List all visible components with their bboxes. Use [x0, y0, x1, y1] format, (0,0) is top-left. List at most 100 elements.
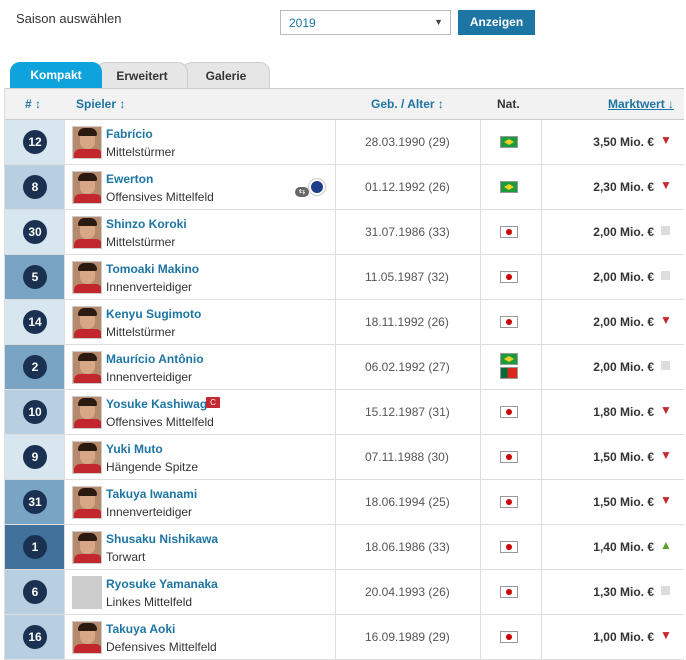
header-player[interactable]: Spieler ↕ — [76, 89, 125, 119]
trend-neutral-icon — [661, 271, 670, 280]
number-cell: 16 — [5, 615, 64, 659]
column-divider — [64, 210, 65, 254]
season-select[interactable]: 2019 ▼ — [280, 10, 451, 35]
player-name-link[interactable]: Kenyu Sugimoto — [106, 307, 201, 321]
player-name-link[interactable]: Takuya Iwanami — [106, 487, 197, 501]
flag-icon[interactable] — [500, 181, 518, 193]
trend-neutral-icon — [661, 361, 670, 370]
market-value[interactable]: 1,40 Mio. € — [593, 540, 654, 554]
market-value[interactable]: 1,80 Mio. € — [593, 405, 654, 419]
show-button[interactable]: Anzeigen — [458, 10, 535, 35]
tab-galerie[interactable]: Galerie — [182, 62, 270, 88]
player-photo — [72, 351, 102, 384]
table-row: 8 Ewerton Offensives Mittelfeld ⇆ 01.12.1992… — [5, 165, 684, 210]
column-divider — [64, 120, 65, 164]
column-divider — [480, 480, 481, 524]
market-value[interactable]: 3,50 Mio. € — [593, 135, 654, 149]
trend-neutral-icon — [661, 226, 670, 235]
number-cell: 6 — [5, 570, 64, 614]
number-cell: 31 — [5, 480, 64, 524]
flag-icon[interactable] — [500, 406, 518, 418]
header-dob[interactable]: Geb. / Alter ↕ — [371, 89, 444, 119]
player-name-link[interactable]: Yosuke Kashiwagi — [106, 397, 210, 411]
tab-kompakt[interactable]: Kompakt — [10, 62, 102, 88]
player-photo — [72, 441, 102, 474]
number-cell: 12 — [5, 120, 64, 164]
birth-date: 31.07.1986 (33) — [365, 225, 450, 239]
market-value[interactable]: 1,30 Mio. € — [593, 585, 654, 599]
birth-date: 16.09.1989 (29) — [365, 630, 450, 644]
table-row: 31 Takuya Iwanami Innenverteidiger 18.06.19… — [5, 480, 684, 525]
table-row: 5 Tomoaki Makino Innenverteidiger 11.05.198… — [5, 255, 684, 300]
trend-down-icon: ▼ — [660, 133, 672, 147]
column-divider — [480, 525, 481, 569]
shirt-number: 6 — [23, 580, 47, 604]
season-value: 2019 — [289, 16, 316, 30]
dropdown-caret-icon: ▼ — [434, 17, 443, 27]
shirt-number: 1 — [23, 535, 47, 559]
birth-date: 06.02.1992 (27) — [365, 360, 450, 374]
table-row: 2 Maurício Antônio Innenverteidiger 06.02.1… — [5, 345, 684, 390]
market-value[interactable]: 1,50 Mio. € — [593, 450, 654, 464]
column-divider — [541, 435, 542, 479]
player-name-link[interactable]: Ryosuke Yamanaka — [106, 577, 218, 591]
birth-date: 18.11.1992 (26) — [365, 315, 449, 329]
column-divider — [64, 345, 65, 389]
column-divider — [335, 120, 336, 164]
header-number[interactable]: # ↕ — [25, 89, 41, 119]
player-position: Innenverteidiger — [106, 370, 193, 384]
flag-icon[interactable] — [500, 541, 518, 553]
market-value[interactable]: 1,50 Mio. € — [593, 495, 654, 509]
birth-date: 01.12.1992 (26) — [365, 180, 450, 194]
column-divider — [541, 480, 542, 524]
player-name-link[interactable]: Shinzo Koroki — [106, 217, 187, 231]
flag-icon[interactable] — [500, 316, 518, 328]
tab-erweitert[interactable]: Erweitert — [96, 62, 188, 88]
squad-table: # ↕ Spieler ↕ Geb. / Alter ↕ Nat. Marktw… — [4, 88, 684, 660]
table-row: 10 Yosuke Kashiwagi Offensives Mittelfeld C… — [5, 390, 684, 435]
flag-icon[interactable] — [500, 451, 518, 463]
shirt-number: 9 — [23, 445, 47, 469]
player-photo — [72, 576, 102, 609]
player-name-link[interactable]: Maurício Antônio — [106, 352, 204, 366]
flag-icon[interactable] — [500, 631, 518, 643]
number-cell: 9 — [5, 435, 64, 479]
market-value[interactable]: 2,00 Mio. € — [593, 225, 654, 239]
column-divider — [541, 120, 542, 164]
shirt-number: 8 — [23, 175, 47, 199]
column-divider — [335, 480, 336, 524]
shirt-number: 16 — [23, 625, 47, 649]
player-name-link[interactable]: Yuki Muto — [106, 442, 163, 456]
table-row: 16 Takuya Aoki Defensives Mittelfeld 16.09.… — [5, 615, 684, 660]
player-name-link[interactable]: Tomoaki Makino — [106, 262, 199, 276]
column-divider — [335, 390, 336, 434]
player-name-link[interactable]: Shusaku Nishikawa — [106, 532, 218, 546]
flag-icon[interactable] — [500, 226, 518, 238]
player-name-link[interactable]: Ewerton — [106, 172, 153, 186]
flag-icon[interactable] — [500, 271, 518, 283]
market-value[interactable]: 1,00 Mio. € — [593, 630, 654, 644]
flag-icon[interactable] — [500, 496, 518, 508]
player-name-link[interactable]: Takuya Aoki — [106, 622, 175, 636]
column-divider — [335, 615, 336, 659]
club-logo-icon[interactable] — [309, 179, 325, 195]
flag-icon[interactable] — [500, 367, 518, 379]
table-header: # ↕ Spieler ↕ Geb. / Alter ↕ Nat. Marktw… — [5, 88, 684, 120]
table-row: 12 Fabrício Mittelstürmer 28.03.1990 (29) 3,… — [5, 120, 684, 165]
season-bar: Saison auswählen 2019 ▼ Anzeigen — [0, 0, 686, 62]
player-name-link[interactable]: Fabrício — [106, 127, 153, 141]
shirt-number: 12 — [23, 130, 47, 154]
flag-icon[interactable] — [500, 586, 518, 598]
player-photo — [72, 306, 102, 339]
number-cell: 5 — [5, 255, 64, 299]
table-row: 14 Kenyu Sugimoto Mittelstürmer 18.11.1992 … — [5, 300, 684, 345]
flag-icon[interactable] — [500, 353, 518, 365]
market-value[interactable]: 2,30 Mio. € — [593, 180, 654, 194]
flag-icon[interactable] — [500, 136, 518, 148]
market-value[interactable]: 2,00 Mio. € — [593, 315, 654, 329]
player-photo — [72, 486, 102, 519]
header-market-value[interactable]: Marktwert ↓ — [608, 89, 674, 119]
market-value[interactable]: 2,00 Mio. € — [593, 270, 654, 284]
player-position: Offensives Mittelfeld — [106, 415, 214, 429]
market-value[interactable]: 2,00 Mio. € — [593, 360, 654, 374]
